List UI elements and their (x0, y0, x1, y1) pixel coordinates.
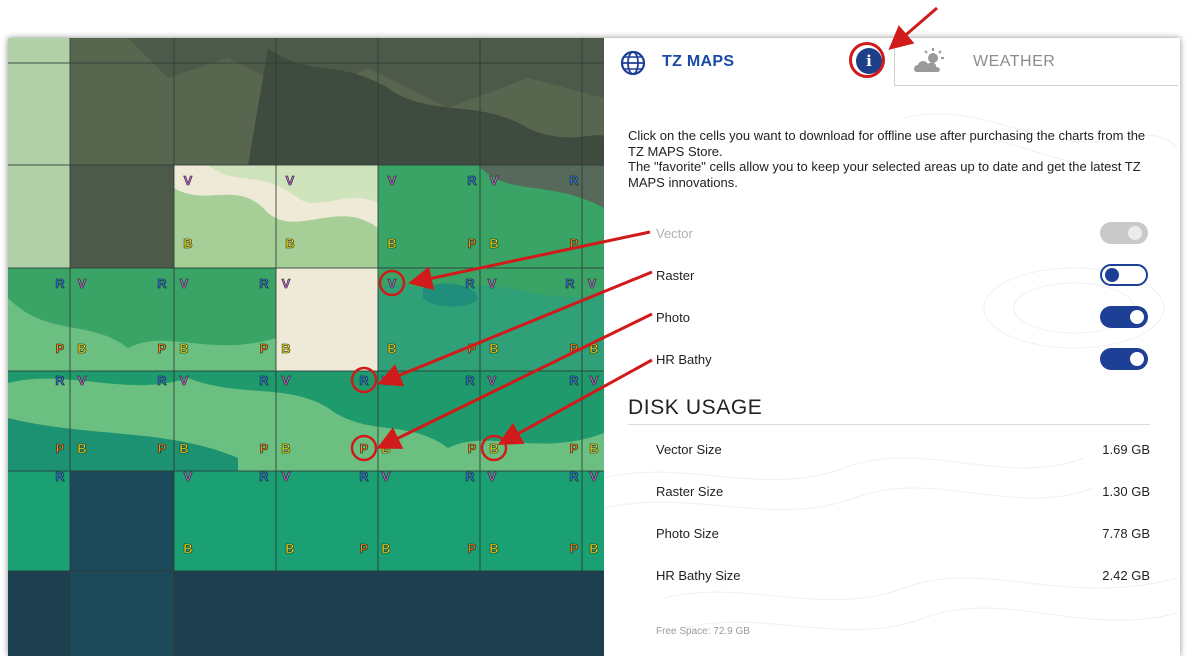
screenshot-stage: VVVRVRBBBPBPRVRVRVVRVRVPBPBPBBPBPBRVRVRV… (0, 0, 1193, 656)
arrow-lines (376, 6, 938, 449)
annotation-arrows (376, 6, 938, 449)
